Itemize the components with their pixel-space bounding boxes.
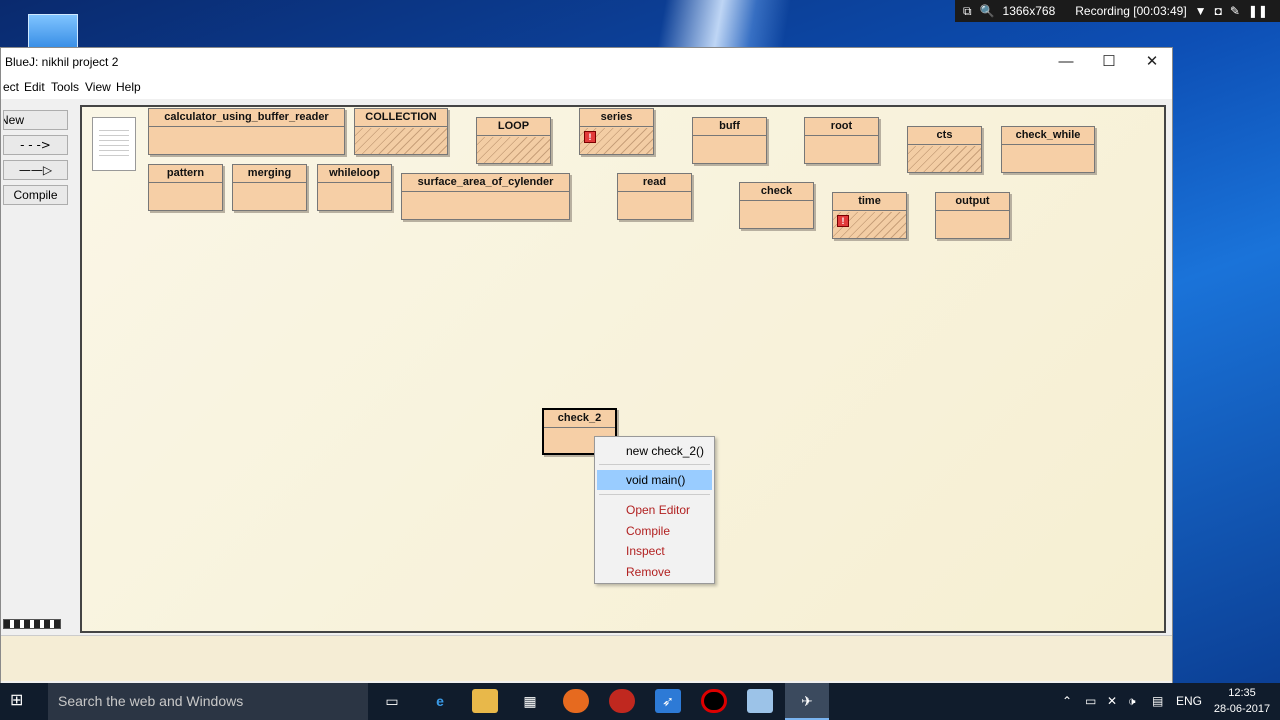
class-surface-area-of-cylender[interactable]: surface_area_of_cylender — [401, 173, 570, 220]
store-icon[interactable]: ▦ — [517, 689, 543, 713]
pause-icon[interactable]: ❚❚ — [1248, 4, 1268, 18]
recorder-app-icon[interactable] — [701, 689, 727, 713]
maximize-button[interactable]: ☐ — [1094, 52, 1124, 72]
menu-item-inspect[interactable]: Inspect — [597, 541, 712, 561]
menu-edit[interactable]: Edit — [24, 80, 45, 94]
clock-date: 28-06-2017 — [1213, 703, 1271, 715]
menu-item-new-instance[interactable]: new check_2() — [597, 441, 712, 461]
edge-browser-icon[interactable]: e — [427, 689, 453, 713]
uses-arrow-button[interactable]: - - -> — [3, 135, 68, 155]
compile-button[interactable]: Compile — [3, 185, 68, 205]
class-whileloop[interactable]: whileloop — [317, 164, 392, 211]
minimize-button[interactable]: — — [1051, 52, 1081, 72]
class-cts[interactable]: cts — [907, 126, 982, 173]
system-clock[interactable]: 12:35 28-06-2017 — [1210, 685, 1274, 717]
class-pattern[interactable]: pattern — [148, 164, 223, 211]
window-icon[interactable]: ⧉ — [963, 4, 972, 19]
notifications-icon[interactable]: ▤ — [1152, 683, 1163, 720]
class-loop[interactable]: LOOP — [476, 117, 551, 164]
menu-item-open-editor[interactable]: Open Editor — [597, 500, 712, 520]
close-button[interactable]: ✕ — [1137, 52, 1167, 72]
zoom-icon[interactable]: 🔍 — [980, 4, 995, 18]
menu-separator — [599, 494, 710, 495]
title-bar: BlueJ: nikhil project 2 — ☐ ✕ — [1, 48, 1172, 76]
recorder-bar: ⧉ 🔍 1366x768 Recording [00:03:49] ▼ ◘ ✎ … — [955, 0, 1280, 22]
app-files-icon[interactable] — [747, 689, 773, 713]
recorder-resolution: 1366x768 — [1002, 4, 1056, 18]
menu-view[interactable]: View — [85, 80, 111, 94]
network-icon[interactable]: ✕ — [1107, 683, 1117, 720]
desktop-icon[interactable] — [28, 14, 78, 48]
inherit-arrow-button[interactable]: ——▷ — [3, 160, 68, 180]
app-blue-icon[interactable]: ➶ — [655, 689, 681, 713]
desktop-wallpaper-glow — [620, 0, 840, 48]
tray-chevron-up-icon[interactable]: ⌃ — [1062, 683, 1072, 720]
error-icon: ! — [584, 131, 596, 143]
new-class-button[interactable]: New Class... — [3, 110, 68, 130]
class-check-while[interactable]: check_while — [1001, 126, 1095, 173]
windows-start-icon[interactable]: ⊞ — [10, 691, 30, 711]
menu-help[interactable]: Help — [116, 80, 141, 94]
window-title: BlueJ: nikhil project 2 — [5, 55, 119, 69]
menu-separator — [599, 464, 710, 465]
menu-item-remove[interactable]: Remove — [597, 562, 712, 582]
error-icon: ! — [837, 215, 849, 227]
battery-icon[interactable]: ▭ — [1085, 683, 1096, 720]
class-context-menu: new check_2() void main() Open Editor Co… — [594, 436, 715, 584]
menu-bar: ect Edit Tools View Help — [1, 76, 1172, 98]
class-time[interactable]: time! — [832, 192, 907, 239]
bluej-taskbar-icon[interactable]: ✈ — [785, 683, 829, 720]
firefox-icon[interactable] — [563, 689, 589, 713]
camera-icon[interactable]: ◘ — [1215, 4, 1222, 18]
class-read[interactable]: read — [617, 173, 692, 220]
menu-item-compile[interactable]: Compile — [597, 521, 712, 541]
volume-icon[interactable]: 🕩 — [1128, 683, 1136, 720]
class-calculator-using-buffer-reader[interactable]: calculator_using_buffer_reader — [148, 108, 345, 155]
task-view-icon[interactable]: ▭ — [379, 689, 405, 713]
taskbar: ⊞ Search the web and Windows ▭ e ▦ ➶ ✈ ⌃… — [0, 683, 1280, 720]
main-area: New Class... - - -> ——▷ Compile calculat… — [1, 99, 1172, 683]
class-root[interactable]: root — [804, 117, 879, 164]
file-explorer-icon[interactable] — [472, 689, 498, 713]
class-check[interactable]: check — [739, 182, 814, 229]
class-output[interactable]: output — [935, 192, 1010, 239]
bluej-window: BlueJ: nikhil project 2 — ☐ ✕ ect Edit T… — [0, 47, 1173, 683]
pen-icon[interactable]: ✎ — [1230, 4, 1240, 18]
app-red-icon[interactable] — [609, 689, 635, 713]
clock-time: 12:35 — [1228, 687, 1256, 699]
language-indicator[interactable]: ENG — [1176, 683, 1202, 720]
recorder-status: Recording [00:03:49] — [1075, 4, 1187, 18]
menu-project[interactable]: ect — [3, 80, 19, 94]
class-series[interactable]: series! — [579, 108, 654, 155]
readme-file-icon[interactable] — [92, 117, 136, 171]
progress-indicator — [3, 619, 61, 629]
class-merging[interactable]: merging — [232, 164, 307, 211]
menu-tools[interactable]: Tools — [51, 80, 79, 94]
class-buff[interactable]: buff — [692, 117, 767, 164]
status-area — [1, 635, 1172, 681]
chevron-down-icon[interactable]: ▼ — [1195, 4, 1207, 18]
class-collection[interactable]: COLLECTION — [354, 108, 448, 155]
menu-item-void-main[interactable]: void main() — [597, 470, 712, 490]
taskbar-search[interactable]: Search the web and Windows — [48, 683, 368, 720]
